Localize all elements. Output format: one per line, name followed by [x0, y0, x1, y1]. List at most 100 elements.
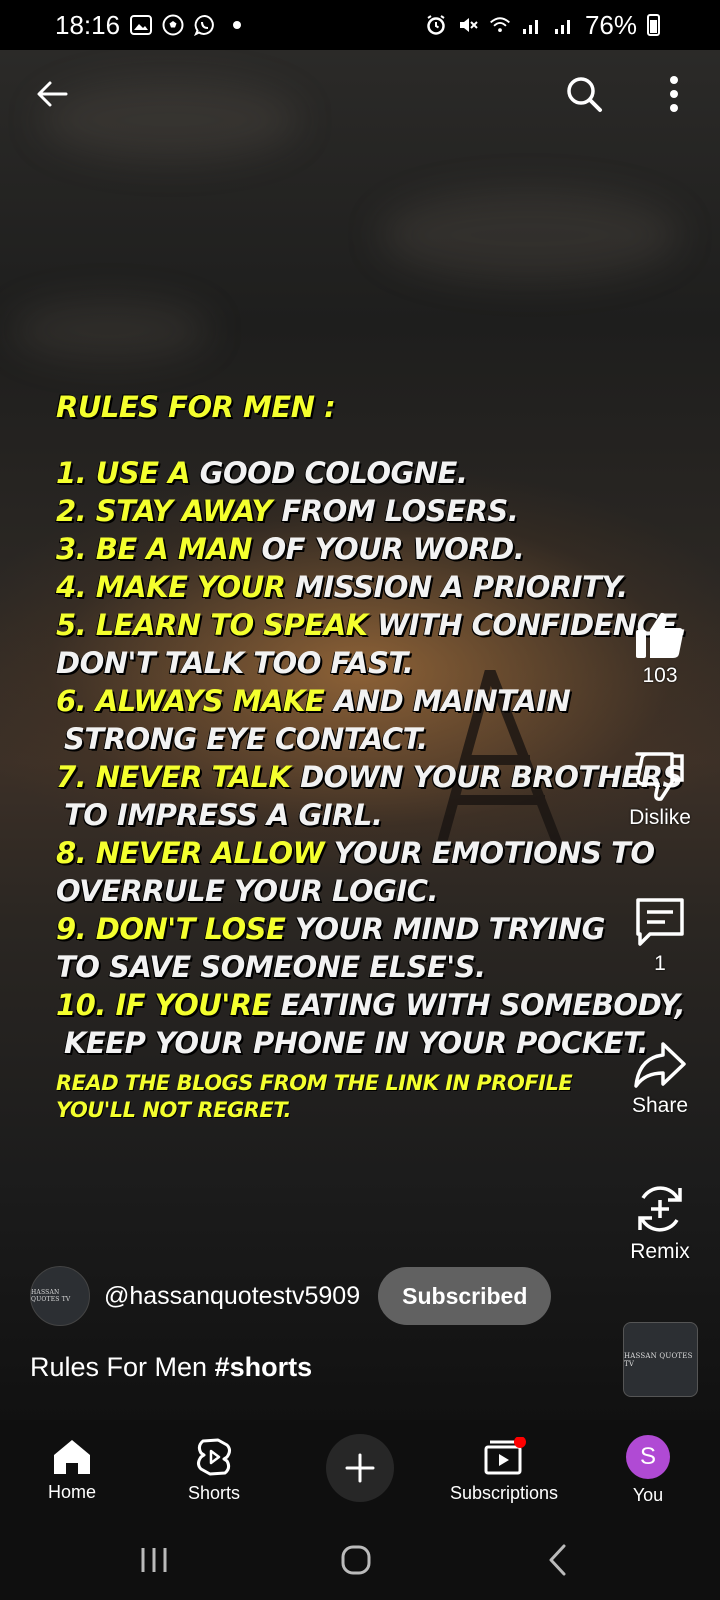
- quote-line-highlight: 10. IF YOU'RE: [56, 988, 271, 1022]
- like-button[interactable]: 103: [600, 610, 720, 688]
- comments-button[interactable]: 1: [600, 896, 720, 976]
- nav-shorts[interactable]: Shorts: [172, 1420, 256, 1520]
- quote-line-text: FROM LOSERS.: [271, 494, 519, 528]
- quote-footer-2: YOU'LL NOT REGRET.: [56, 1098, 291, 1122]
- status-right: 76%: [425, 10, 660, 41]
- remix-label: Remix: [630, 1240, 690, 1263]
- quote-line-highlight: 7. NEVER TALK: [56, 760, 291, 794]
- avatar-logo-text: HASSAN QUOTES TV: [31, 1289, 71, 1303]
- wifi-icon: [489, 14, 511, 36]
- channel-avatar[interactable]: HASSAN QUOTES TV: [30, 1266, 90, 1326]
- quote-line-highlight: 1. USE A: [56, 456, 191, 490]
- home-circle-icon: [341, 1545, 371, 1575]
- more-vert-icon: [670, 76, 678, 112]
- recent-apps-button[interactable]: [124, 1530, 184, 1590]
- nav-subscriptions[interactable]: Subscriptions: [434, 1420, 574, 1520]
- quote-line-text: YOUR MIND TRYING: [285, 912, 605, 946]
- quote-line: 7. NEVER TALK DOWN YOUR BROTHERS: [56, 758, 683, 796]
- quote-line: 4. MAKE YOUR MISSION A PRIORITY.: [56, 568, 656, 606]
- comment-icon: [636, 898, 684, 946]
- quote-line-highlight: 2. STAY AWAY: [56, 494, 272, 528]
- quote-line-highlight: 3. BE A MAN: [56, 532, 252, 566]
- signal-icon: [553, 14, 575, 36]
- quote-line: TO IMPRESS A GIRL.: [56, 796, 656, 834]
- quote-line-text: YOUR EMOTIONS TO: [324, 836, 655, 870]
- hashtag-link[interactable]: #shorts: [215, 1352, 313, 1382]
- quote-line: TO SAVE SOMEONE ELSE'S.: [56, 948, 656, 986]
- channel-row: HASSAN QUOTES TV @hassanquotestv5909 Sub…: [30, 1266, 552, 1326]
- mute-icon: [457, 14, 479, 36]
- back-arrow-icon: [37, 81, 68, 107]
- alarm-icon: [425, 14, 447, 36]
- quote-line-text: KEEP YOUR PHONE IN YOUR POCKET.: [64, 1026, 648, 1060]
- plus-icon: [345, 1453, 375, 1483]
- quote-lines: 1. USE A GOOD COLOGNE. 2. STAY AWAY FROM …: [56, 454, 688, 1062]
- bottom-navigation: Home Shorts Subscriptions S You: [0, 1420, 720, 1520]
- nav-subscriptions-label: Subscriptions: [449, 1482, 559, 1503]
- subscriptions-icon: [484, 1436, 526, 1474]
- system-navigation-bar: [0, 1520, 720, 1600]
- quote-line-text: AND MAINTAIN: [324, 684, 571, 718]
- quote-line: 10. IF YOU'RE EATING WITH SOMEBODY,: [56, 986, 686, 1024]
- quote-line: 1. USE A GOOD COLOGNE.: [56, 454, 656, 492]
- share-icon: [634, 1042, 686, 1088]
- like-count: 103: [642, 664, 678, 687]
- you-avatar: S: [626, 1434, 670, 1479]
- search-icon: [567, 77, 602, 112]
- quote-line-text: STRONG EYE CONTACT.: [64, 722, 428, 756]
- share-button[interactable]: Share: [600, 1040, 720, 1118]
- quote-line-highlight: 5. LEARN TO SPEAK: [56, 608, 368, 642]
- quote-line: 6. ALWAYS MAKE AND MAINTAIN: [56, 682, 656, 720]
- soccer-icon: [162, 14, 184, 36]
- nav-home[interactable]: Home: [30, 1420, 114, 1520]
- back-button[interactable]: [30, 72, 74, 116]
- home-icon: [54, 1439, 90, 1474]
- quote-line-text: EATING WITH SOMEBODY,: [270, 988, 686, 1022]
- quote-line: 3. BE A MAN OF YOUR WORD.: [56, 530, 656, 568]
- gallery-icon: [130, 14, 153, 36]
- whatsapp-icon: [194, 14, 216, 36]
- dislike-label: Dislike: [629, 806, 691, 829]
- subscribed-button[interactable]: Subscribed: [378, 1267, 552, 1325]
- search-button[interactable]: [562, 72, 606, 116]
- cloud-shape: [380, 190, 680, 280]
- quote-line: 8. NEVER ALLOW YOUR EMOTIONS TO: [56, 834, 656, 872]
- back-system-button[interactable]: [528, 1530, 588, 1590]
- signal-icon: [521, 14, 543, 36]
- quote-line-text: OF YOUR WORD.: [251, 532, 525, 566]
- quote-line-text: GOOD COLOGNE.: [190, 456, 468, 490]
- sound-thumb-logo: HASSAN QUOTES TV: [624, 1351, 693, 1368]
- quote-line-text: DON'T TALK TOO FAST.: [56, 646, 414, 680]
- sound-thumbnail[interactable]: HASSAN QUOTES TV: [623, 1322, 698, 1397]
- quote-line: OVERRULE YOUR LOGIC.: [56, 872, 656, 910]
- remix-button[interactable]: Remix: [600, 1182, 720, 1264]
- remix-icon: [638, 1186, 682, 1232]
- quote-line-highlight: 4. MAKE YOUR: [56, 570, 286, 604]
- more-options-button[interactable]: [652, 72, 696, 116]
- nav-you[interactable]: S You: [606, 1420, 690, 1520]
- quote-line-text: TO SAVE SOMEONE ELSE'S.: [56, 950, 486, 984]
- channel-handle[interactable]: @hassanquotestv5909: [104, 1282, 360, 1311]
- nav-home-label: Home: [47, 1481, 96, 1502]
- quote-line: STRONG EYE CONTACT.: [56, 720, 656, 758]
- nav-shorts-label: Shorts: [187, 1482, 241, 1503]
- quote-line-highlight: 6. ALWAYS MAKE: [56, 684, 325, 718]
- dislike-button[interactable]: Dislike: [600, 752, 720, 830]
- nav-you-label: You: [632, 1484, 664, 1505]
- quote-line: 5. LEARN TO SPEAK WITH CONFIDENCE.: [56, 606, 688, 644]
- quote-line-highlight: 9. DON'T LOSE: [56, 912, 286, 946]
- quote-line: DON'T TALK TOO FAST.: [56, 644, 656, 682]
- quote-footer-1: READ THE BLOGS FROM THE LINK IN PROFILE: [56, 1071, 573, 1095]
- thumb-down-icon: [635, 752, 684, 801]
- quote-line: 9. DON'T LOSE YOUR MIND TRYING: [56, 910, 656, 948]
- shorts-icon: [197, 1438, 231, 1475]
- comment-count: 1: [654, 952, 666, 975]
- home-system-button[interactable]: [326, 1530, 386, 1590]
- quote-line-text: MISSION A PRIORITY.: [285, 570, 628, 604]
- battery-percent: 76%: [584, 9, 637, 40]
- video-title[interactable]: Rules For Men #shorts: [30, 1352, 312, 1383]
- status-left: 18:16: [55, 10, 248, 41]
- create-button[interactable]: [326, 1434, 394, 1502]
- quote-title: RULES FOR MEN :: [56, 390, 336, 424]
- quote-line: KEEP YOUR PHONE IN YOUR POCKET.: [56, 1024, 656, 1062]
